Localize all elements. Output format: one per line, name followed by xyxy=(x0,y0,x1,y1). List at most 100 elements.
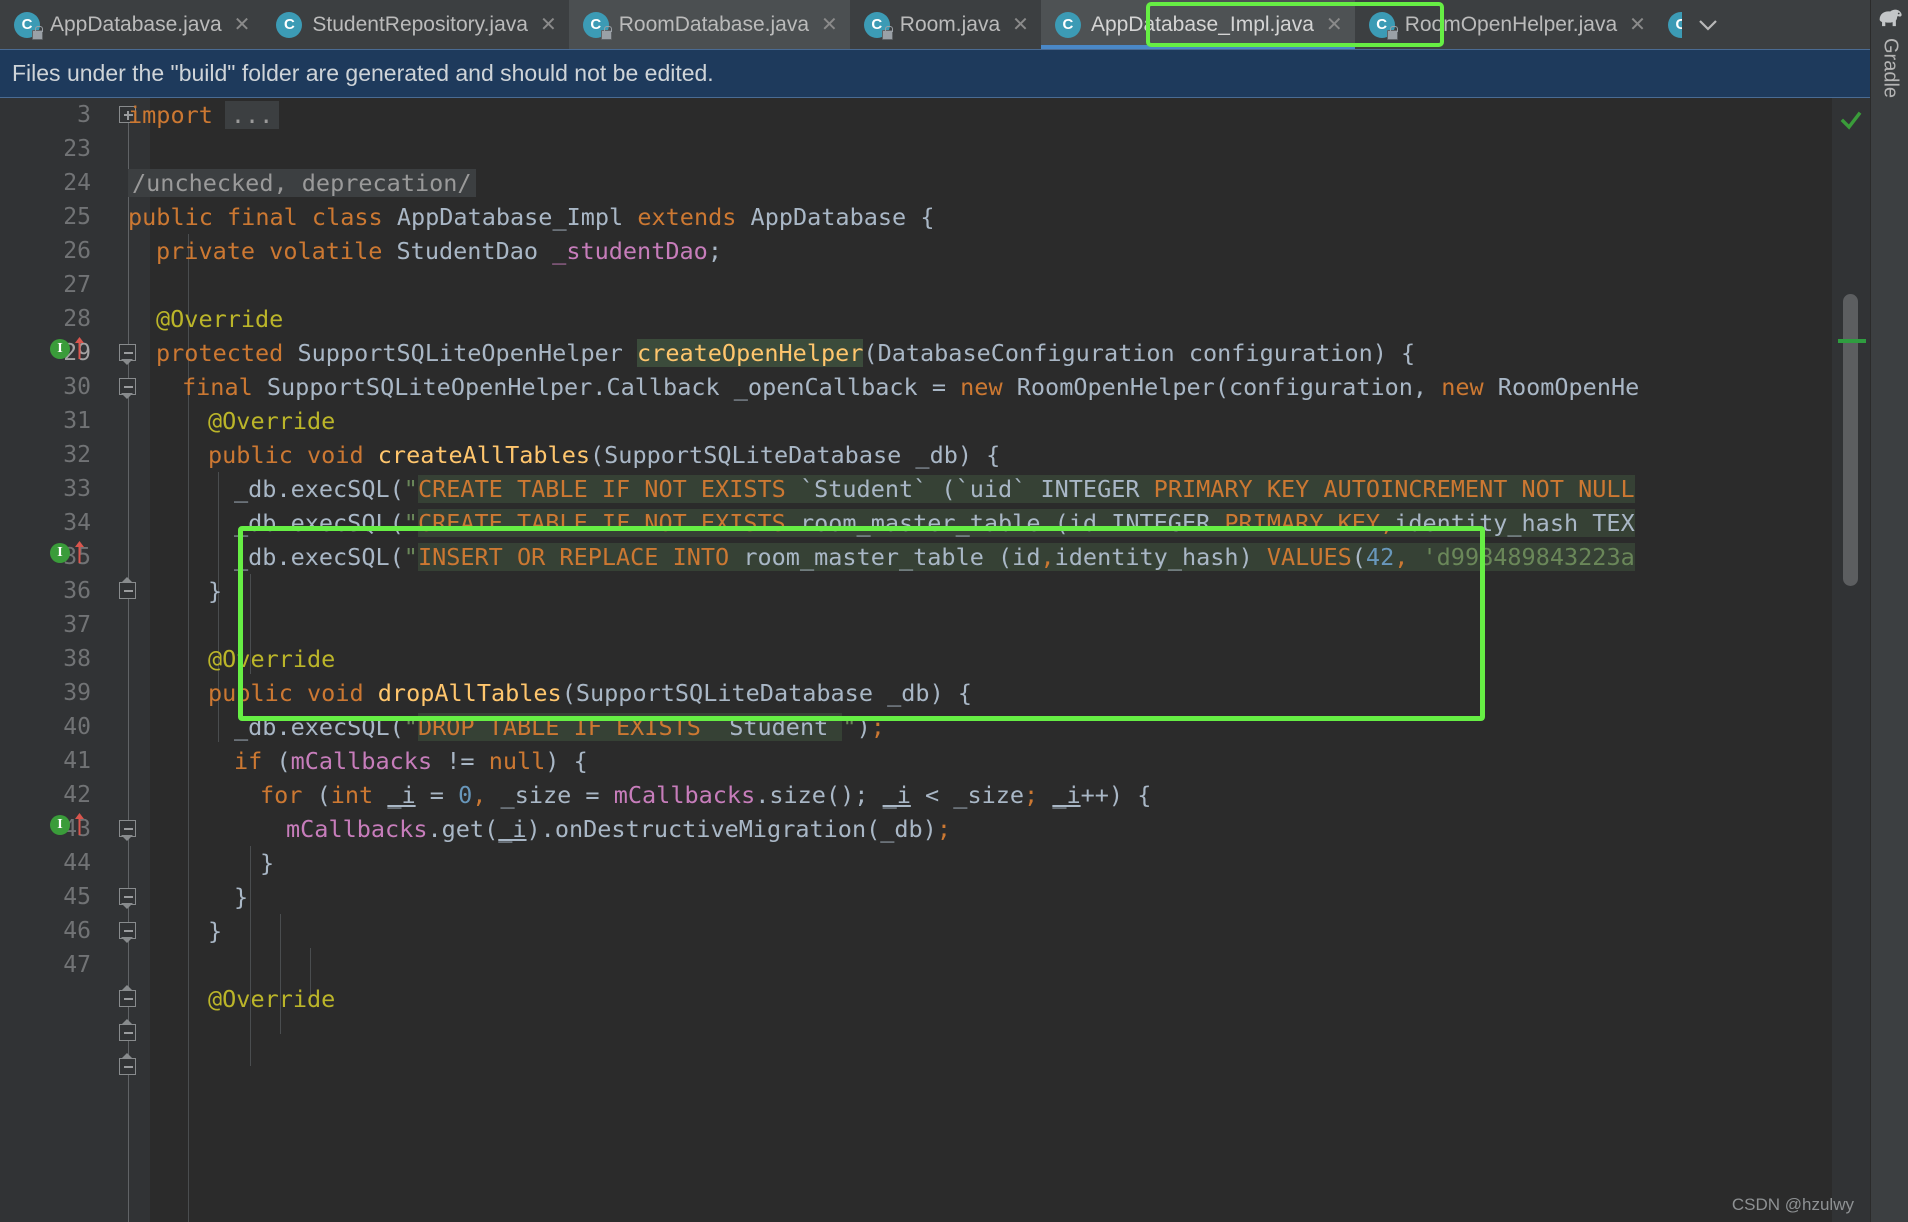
code-folding-strip[interactable] xyxy=(105,98,150,1222)
overridden-method-icon[interactable]: I xyxy=(50,815,71,836)
fold-toggle-line44[interactable] xyxy=(119,985,137,1008)
folded-imports-placeholder[interactable]: ... xyxy=(224,101,280,129)
line-number: 44 xyxy=(63,850,91,876)
code-line-35: _db.execSQL("INSERT OR REPLACE INTO room… xyxy=(234,543,1635,571)
fold-toggle-line39[interactable] xyxy=(119,820,137,841)
code-text-area[interactable]: import... /unchecked, deprecation/ publi… xyxy=(128,98,1870,1222)
tab-overflow-button[interactable] xyxy=(1681,0,1734,49)
editor-tab-studentrepository[interactable]: C StudentRepository.java ✕ xyxy=(262,0,569,49)
code-editor[interactable]: 3 23 24 25 26 27 28 29 30 31 32 33 34 35… xyxy=(0,98,1870,1222)
overridden-method-icon[interactable]: I xyxy=(50,339,71,360)
keyword-import: import xyxy=(128,101,213,129)
line-number: 3 xyxy=(77,102,91,128)
java-class-icon: C xyxy=(1368,11,1398,40)
code-line-29: protected SupportSQLiteOpenHelper create… xyxy=(156,339,1416,367)
close-icon[interactable]: ✕ xyxy=(1324,15,1343,35)
java-class-icon: C xyxy=(863,11,893,40)
code-line-45: } xyxy=(234,883,249,911)
code-line-43: mCallbacks.get(_i).onDestructiveMigratio… xyxy=(286,815,951,843)
editor-tab-roomdatabase[interactable]: C RoomDatabase.java ✕ xyxy=(568,0,850,49)
editor-tab-appdatabase[interactable]: C AppDatabase.java ✕ xyxy=(0,0,263,49)
watermark-text: CSDN @hzulwy xyxy=(1731,1195,1854,1214)
fold-toggle-line41[interactable] xyxy=(119,888,137,909)
editor-tab-label: RoomOpenHelper.java xyxy=(1404,12,1618,36)
indent-guide xyxy=(250,846,251,1066)
banner-message: Files under the "build" folder are gener… xyxy=(12,60,714,86)
java-class-icon: C xyxy=(1667,11,1682,38)
scrollbar-change-marker xyxy=(1838,339,1866,343)
fold-toggle-line45[interactable] xyxy=(119,1019,137,1042)
fold-toggle-line46[interactable] xyxy=(119,1053,137,1076)
code-line-24: /unchecked, deprecation/ xyxy=(128,166,476,200)
line-number: 39 xyxy=(63,680,91,706)
close-icon[interactable]: ✕ xyxy=(538,15,557,35)
close-icon[interactable]: ✕ xyxy=(1627,15,1646,35)
line-number: 45 xyxy=(63,884,91,910)
fold-toggle-line30[interactable] xyxy=(119,378,137,399)
checkmark-icon[interactable] xyxy=(1840,110,1862,132)
editor-tab-partial[interactable]: C xyxy=(1657,0,1682,49)
editor-tab-label: AppDatabase_Impl.java xyxy=(1090,12,1314,36)
code-line-41: if (mCallbacks != null) { xyxy=(234,747,588,775)
code-line-42: for (int _i = 0, _size = mCallbacks.size… xyxy=(260,781,1152,809)
fold-toggle-line42[interactable] xyxy=(119,922,137,943)
right-tool-window-strip: Gradle xyxy=(1870,0,1908,1222)
indent-guide xyxy=(280,914,281,1034)
line-number: 47 xyxy=(63,952,91,978)
code-line-25: public final class AppDatabase_Impl exte… xyxy=(128,203,935,231)
code-line-28: @Override xyxy=(156,305,284,333)
code-line-44: } xyxy=(260,849,275,877)
code-line-32: public void createAllTables(SupportSQLit… xyxy=(208,441,1001,469)
line-number: 27 xyxy=(63,272,91,298)
code-line-38: @Override xyxy=(208,645,336,673)
fold-toggle-line36[interactable] xyxy=(119,577,137,600)
line-number: 33 xyxy=(63,476,91,502)
inspection-scrollbar[interactable] xyxy=(1832,98,1870,1222)
java-class-icon: C xyxy=(1054,11,1081,38)
close-icon[interactable]: ✕ xyxy=(819,15,838,35)
editor-tab-appdatabase-impl[interactable]: C AppDatabase_Impl.java ✕ xyxy=(1040,0,1355,49)
scrollbar-thumb[interactable] xyxy=(1843,294,1858,586)
java-class-icon: C xyxy=(14,11,43,40)
line-number: 25 xyxy=(63,204,91,230)
implementing-method-arrow-icon[interactable] xyxy=(73,812,86,836)
editor-tab-label: AppDatabase.java xyxy=(50,12,222,36)
code-line-34: _db.execSQL("CREATE TABLE IF NOT EXISTS … xyxy=(234,509,1635,537)
line-number: 24 xyxy=(63,170,91,196)
code-line-33: _db.execSQL("CREATE TABLE IF NOT EXISTS … xyxy=(234,475,1635,503)
implementing-method-arrow-icon[interactable] xyxy=(73,540,86,564)
overridden-method-icon[interactable]: I xyxy=(50,543,71,564)
editor-tab-bar: C AppDatabase.java ✕ C StudentRepository… xyxy=(0,0,1908,49)
code-line-36: } xyxy=(208,577,223,605)
editor-tab-label: StudentRepository.java xyxy=(312,12,528,36)
editor-tab-room[interactable]: C Room.java ✕ xyxy=(849,0,1041,49)
close-icon[interactable]: ✕ xyxy=(232,15,251,35)
fold-toggle-line29[interactable] xyxy=(119,344,137,365)
code-line-30: final SupportSQLiteOpenHelper.Callback _… xyxy=(182,373,1640,401)
code-line-39: public void dropAllTables(SupportSQLiteD… xyxy=(208,679,973,707)
gradle-tool-label[interactable]: Gradle xyxy=(1878,38,1901,98)
generated-files-notification-banner: Files under the "build" folder are gener… xyxy=(0,49,1870,98)
line-number-gutter: 3 23 24 25 26 27 28 29 30 31 32 33 34 35… xyxy=(0,98,105,1222)
line-number: 46 xyxy=(63,918,91,944)
line-number: 37 xyxy=(63,612,91,638)
line-number: 23 xyxy=(63,136,91,162)
code-line-48: @Override xyxy=(208,985,336,1013)
close-icon[interactable]: ✕ xyxy=(1010,15,1029,35)
line-number: 34 xyxy=(63,510,91,536)
implementing-method-arrow-icon[interactable] xyxy=(73,336,86,360)
editor-tab-roomopenhelper[interactable]: C RoomOpenHelper.java ✕ xyxy=(1354,0,1658,49)
line-number: 30 xyxy=(63,374,91,400)
gradle-elephant-icon xyxy=(1879,9,1902,27)
line-number: 32 xyxy=(63,442,91,468)
code-line-3: import... xyxy=(128,98,280,132)
java-class-icon: C xyxy=(582,11,612,40)
code-line-46: } xyxy=(208,917,223,945)
line-number: 26 xyxy=(63,238,91,264)
chevron-down-icon xyxy=(1699,19,1717,31)
line-number: 42 xyxy=(63,782,91,808)
line-number: 38 xyxy=(63,646,91,672)
line-number: 36 xyxy=(63,578,91,604)
editor-tab-label: Room.java xyxy=(899,12,1001,36)
code-line-31: @Override xyxy=(208,407,336,435)
